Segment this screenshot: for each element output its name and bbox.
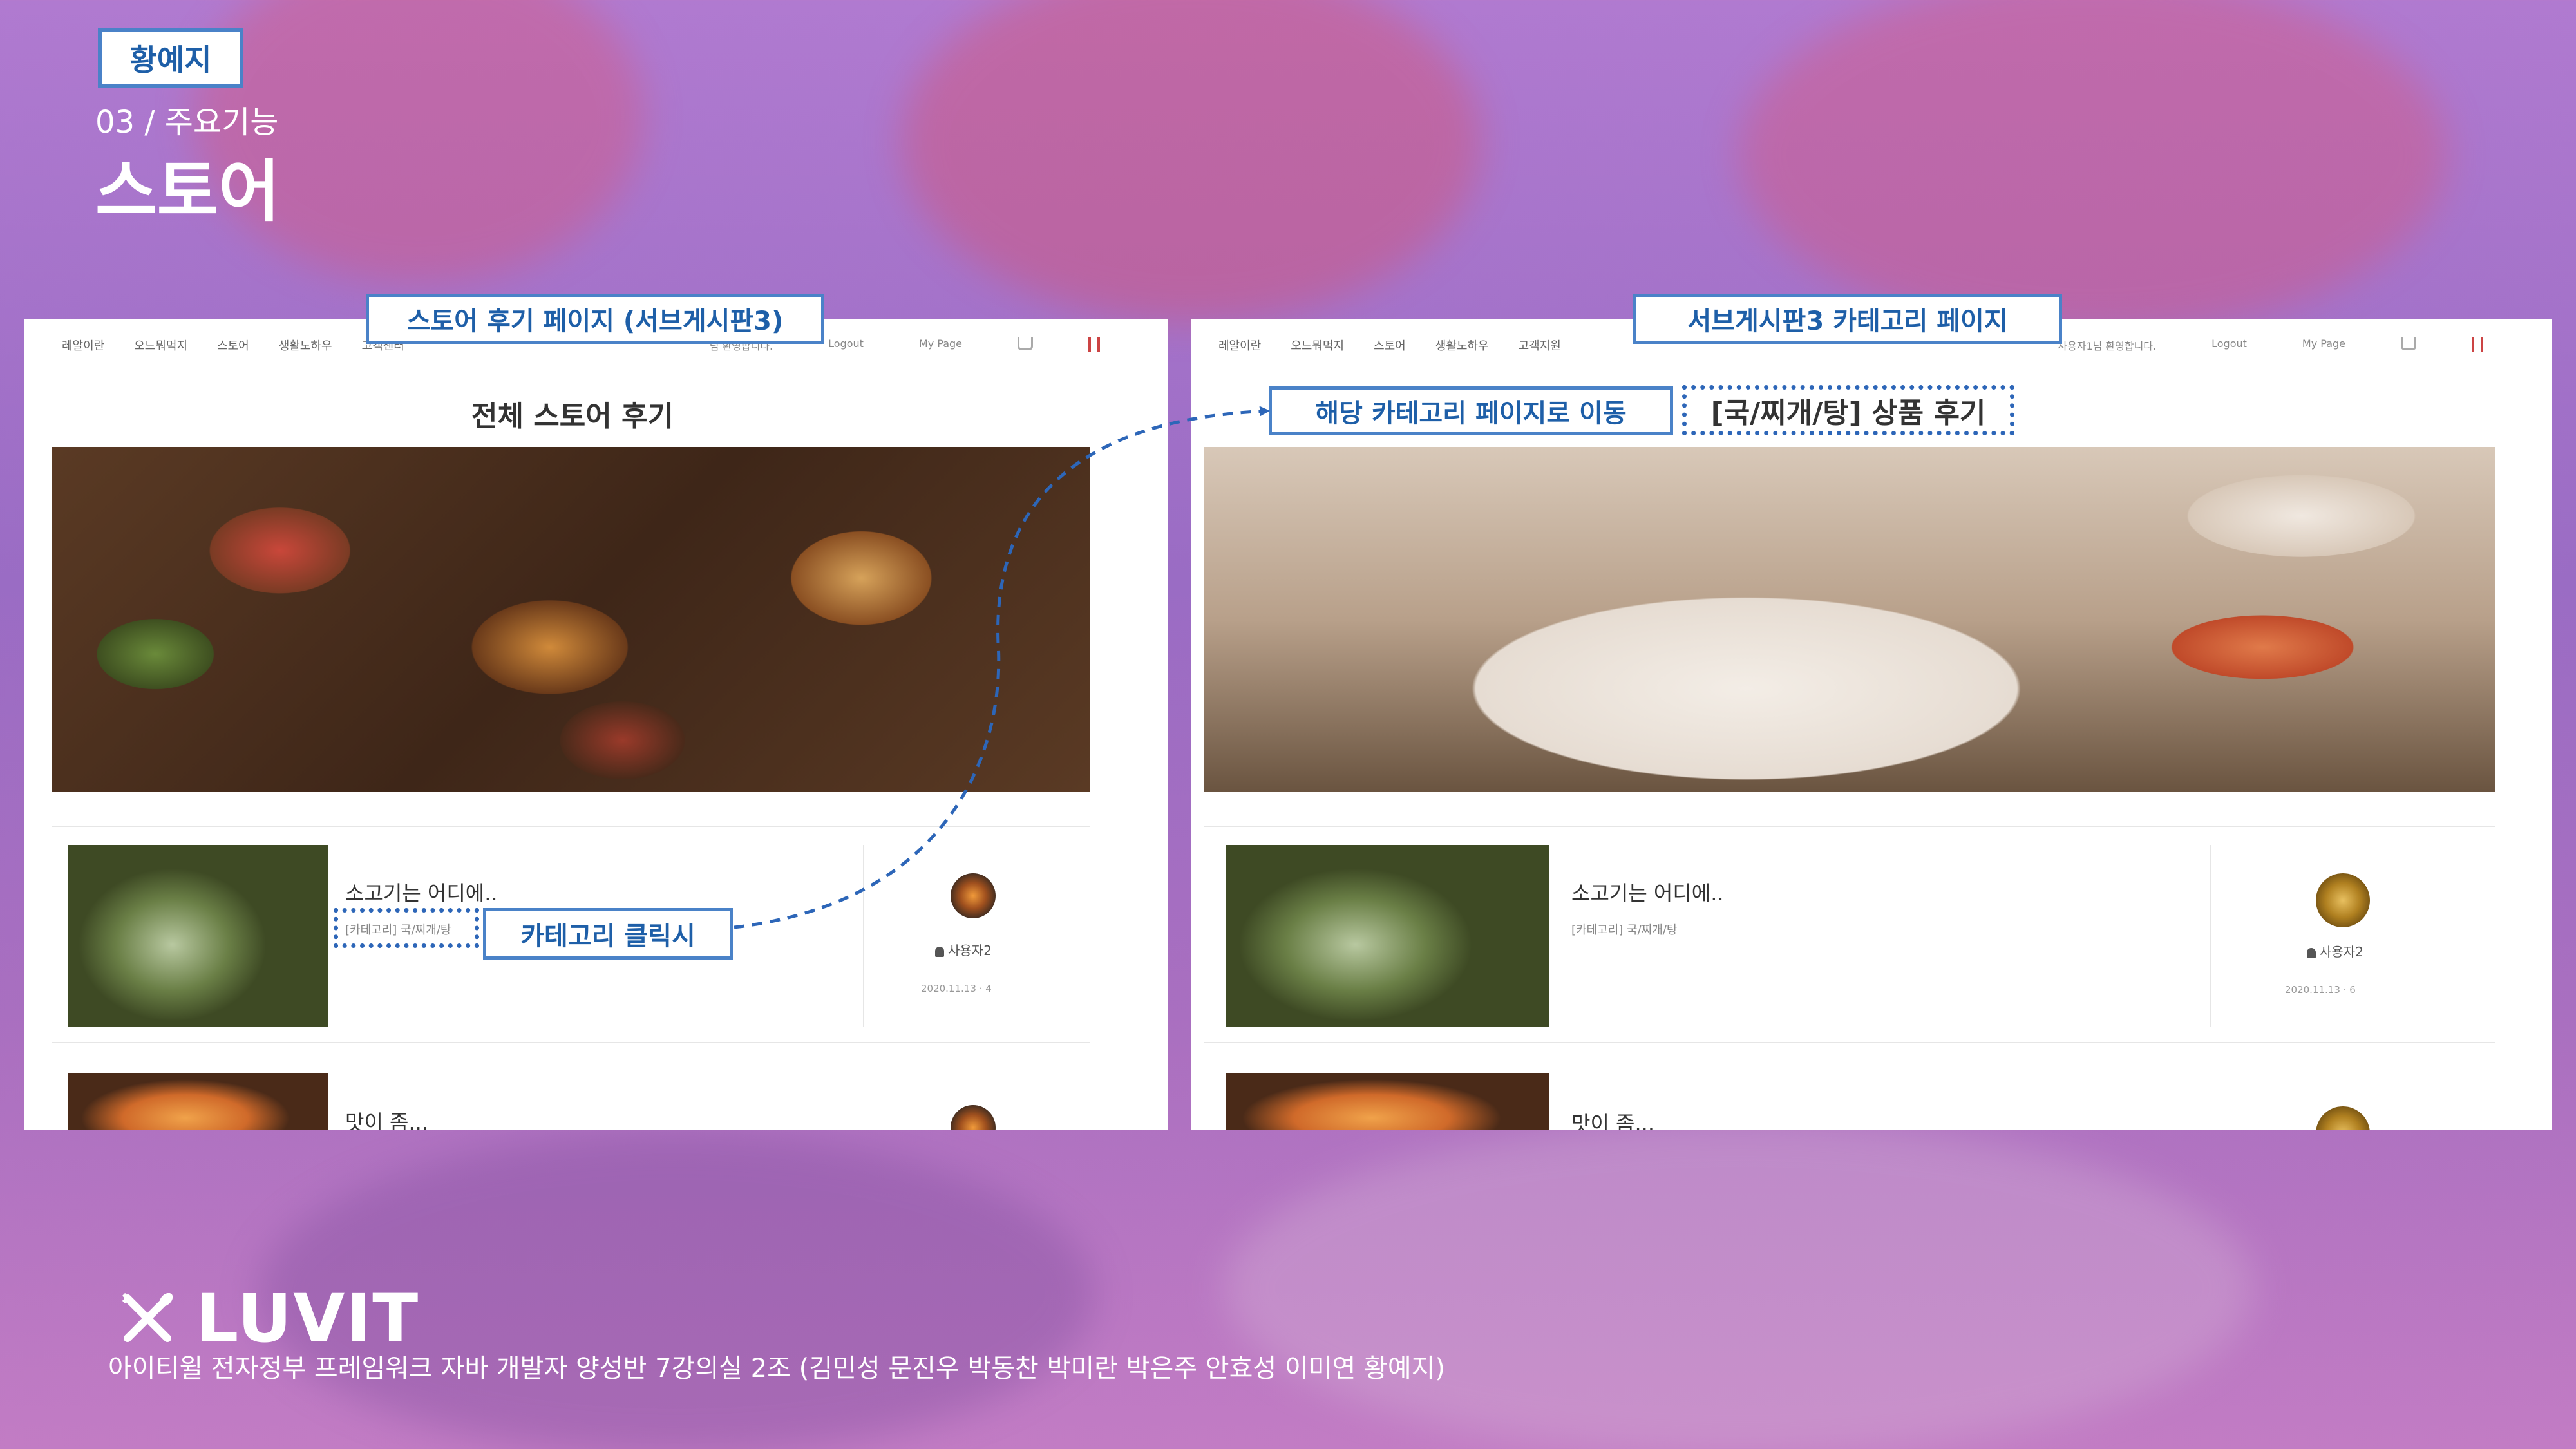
logo-text: LUVIT	[196, 1279, 420, 1358]
fork-spoon-icon	[122, 1293, 173, 1342]
credits-text: 아이티윌 전자정부 프레임워크 자바 개발자 양성반 7강의실 2조 (김민성 …	[108, 1354, 1446, 1383]
luvit-logo: LUVIT	[118, 1279, 419, 1358]
navigation-arrow	[734, 406, 1270, 929]
